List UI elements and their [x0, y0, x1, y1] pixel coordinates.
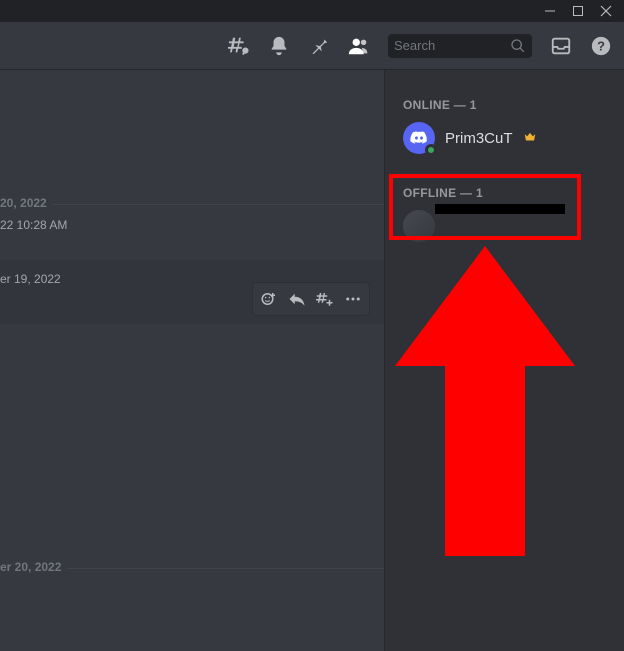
reply-icon[interactable]	[283, 285, 311, 313]
channel-toolbar: Search ?	[0, 22, 624, 70]
svg-text:?: ?	[597, 38, 605, 53]
avatar	[403, 210, 435, 242]
add-reaction-icon[interactable]	[255, 285, 283, 313]
member-list-icon[interactable]	[348, 35, 370, 57]
online-heading: ONLINE — 1	[395, 88, 614, 118]
avatar	[403, 122, 435, 154]
threads-icon[interactable]	[228, 35, 250, 57]
message-hovered: er 19, 2022	[0, 260, 384, 324]
search-input[interactable]: Search	[388, 34, 532, 58]
window-titlebar	[0, 0, 624, 22]
notifications-icon[interactable]	[268, 35, 290, 57]
date-text: er 20, 2022	[0, 560, 67, 574]
member-name: Prim3CuT	[445, 130, 513, 147]
online-status-dot	[425, 144, 437, 156]
help-icon[interactable]: ?	[590, 35, 612, 57]
chat-area: 20, 2022 22 10:28 AM er 19, 2022	[0, 70, 384, 651]
date-text: 20, 2022	[0, 196, 53, 210]
minimize-button[interactable]	[536, 0, 564, 22]
member-row-online[interactable]: Prim3CuT	[395, 118, 614, 158]
message-action-bar	[252, 282, 370, 316]
maximize-button[interactable]	[564, 0, 592, 22]
more-icon[interactable]	[339, 285, 367, 313]
date-divider: er 20, 2022	[0, 560, 384, 576]
close-button[interactable]	[592, 0, 620, 22]
message-timestamp: 22 10:28 AM	[0, 218, 384, 232]
inbox-icon[interactable]	[550, 35, 572, 57]
annotation-censor-bar	[435, 204, 565, 214]
offline-heading: OFFLINE — 1	[395, 176, 614, 206]
annotation-arrow	[395, 246, 575, 556]
date-divider: 20, 2022	[0, 196, 384, 212]
member-list: ONLINE — 1 Prim3CuT OFFLINE — 1	[384, 70, 624, 651]
search-placeholder: Search	[394, 38, 510, 53]
search-icon	[510, 38, 526, 54]
server-owner-crown-icon	[523, 130, 537, 147]
create-thread-icon[interactable]	[311, 285, 339, 313]
pinned-messages-icon[interactable]	[308, 35, 330, 57]
